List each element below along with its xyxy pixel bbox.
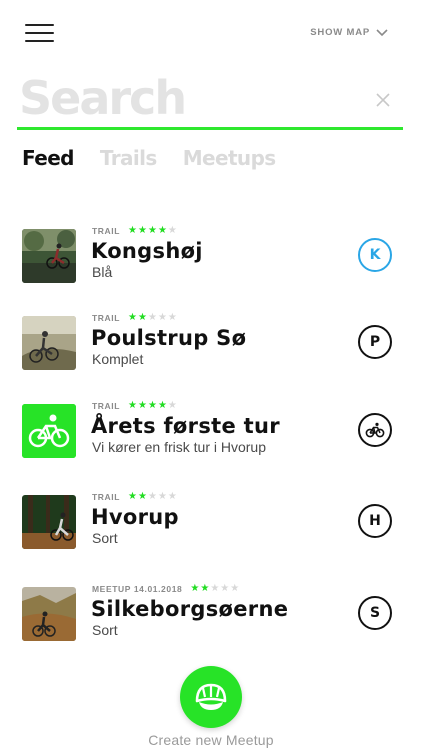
bike-badge [358, 413, 392, 447]
tab-bar: Feed Trails Meetups [22, 146, 276, 170]
close-icon[interactable] [375, 92, 391, 108]
helmet-icon [195, 683, 227, 710]
item-kind: TRAIL [92, 226, 121, 236]
item-kind: TRAIL [92, 401, 121, 411]
item-meta: MEETUP 14.01.2018 ★ ★ ★ ★ ★ [92, 584, 239, 595]
search-input[interactable] [19, 72, 359, 124]
letter-badge: K [358, 238, 392, 272]
star-filled-icon: ★ [190, 583, 200, 594]
item-subtitle: Vi kører en frisk tur i Hvorup [92, 439, 267, 455]
item-title: Årets første tur [91, 414, 280, 438]
item-subtitle: Sort [92, 530, 118, 546]
item-meta: TRAIL ★ ★ ★ ★ ★ [92, 492, 177, 503]
star-empty-icon: ★ [157, 491, 167, 502]
list-item[interactable]: TRAIL ★ ★ ★ ★ ★ Årets første tur Vi kører en… [0, 399, 422, 463]
star-filled-icon: ★ [138, 312, 147, 323]
star-empty-icon: ★ [167, 491, 177, 502]
tab-trails[interactable]: Trails [100, 146, 157, 170]
star-empty-icon: ★ [147, 312, 157, 323]
create-meetup-label[interactable]: Create new Meetup [0, 732, 422, 748]
rating-stars: ★ ★ ★ ★ ★ [190, 584, 239, 594]
search-bar [17, 72, 403, 130]
star-empty-icon: ★ [230, 583, 240, 594]
create-meetup-button[interactable] [180, 666, 242, 728]
star-filled-icon: ★ [147, 225, 157, 236]
letter-badge: P [358, 325, 392, 359]
show-map-label: SHOW MAP [310, 27, 370, 38]
item-title: Silkeborgsøerne [91, 597, 289, 621]
item-kind: TRAIL [92, 313, 121, 323]
chevron-down-icon [376, 28, 388, 36]
item-subtitle: Blå [92, 264, 113, 280]
bike-icon [22, 404, 76, 458]
trail-photo-thumbnail [22, 495, 76, 549]
star-filled-icon: ★ [128, 491, 137, 502]
list-item[interactable]: MEETUP 14.01.2018 ★ ★ ★ ★ ★ Silkeborgsøerne … [0, 582, 422, 646]
star-filled-icon: ★ [138, 400, 147, 411]
tab-feed[interactable]: Feed [22, 146, 75, 170]
item-title: Poulstrup Sø [91, 326, 247, 350]
rating-stars: ★ ★ ★ ★ ★ [128, 492, 177, 502]
star-filled-icon: ★ [128, 312, 137, 323]
star-filled-icon: ★ [147, 400, 157, 411]
bike-icon [365, 422, 385, 438]
star-empty-icon: ★ [210, 583, 220, 594]
item-meta: TRAIL ★ ★ ★ ★ ★ [92, 313, 177, 324]
star-empty-icon: ★ [157, 312, 167, 323]
item-title: Hvorup [91, 505, 179, 529]
rating-stars: ★ ★ ★ ★ ★ [128, 313, 177, 323]
letter-badge: S [358, 596, 392, 630]
trail-photo-thumbnail [22, 316, 76, 370]
star-filled-icon: ★ [138, 225, 147, 236]
star-filled-icon: ★ [200, 583, 210, 594]
hamburger-menu-icon[interactable] [25, 24, 54, 43]
list-item[interactable]: TRAIL ★ ★ ★ ★ ★ Kongshøj Blå K [0, 224, 422, 288]
item-meta: TRAIL ★ ★ ★ ★ ★ [92, 401, 177, 412]
star-empty-icon: ★ [220, 583, 230, 594]
trail-photo-thumbnail [22, 229, 76, 283]
show-map-button[interactable]: SHOW MAP [310, 27, 388, 38]
star-filled-icon: ★ [128, 225, 137, 236]
star-empty-icon: ★ [147, 491, 157, 502]
item-subtitle: Komplet [92, 351, 144, 367]
rating-stars: ★ ★ ★ ★ ★ [128, 401, 177, 411]
item-title: Kongshøj [91, 239, 203, 263]
letter-badge: H [358, 504, 392, 538]
trail-photo-thumbnail [22, 587, 76, 641]
star-empty-icon: ★ [167, 400, 177, 411]
item-kind: MEETUP 14.01.2018 [92, 584, 183, 594]
rating-stars: ★ ★ ★ ★ ★ [128, 226, 177, 236]
star-empty-icon: ★ [167, 225, 177, 236]
star-empty-icon: ★ [167, 312, 177, 323]
item-meta: TRAIL ★ ★ ★ ★ ★ [92, 226, 177, 237]
star-filled-icon: ★ [157, 225, 167, 236]
item-kind: TRAIL [92, 492, 121, 502]
star-filled-icon: ★ [157, 400, 167, 411]
list-item[interactable]: TRAIL ★ ★ ★ ★ ★ Hvorup Sort H [0, 490, 422, 554]
list-item[interactable]: TRAIL ★ ★ ★ ★ ★ Poulstrup Sø Komplet P [0, 311, 422, 375]
star-filled-icon: ★ [128, 400, 137, 411]
star-filled-icon: ★ [138, 491, 147, 502]
item-subtitle: Sort [92, 622, 118, 638]
tab-meetups[interactable]: Meetups [183, 146, 276, 170]
top-bar: SHOW MAP [0, 0, 422, 66]
